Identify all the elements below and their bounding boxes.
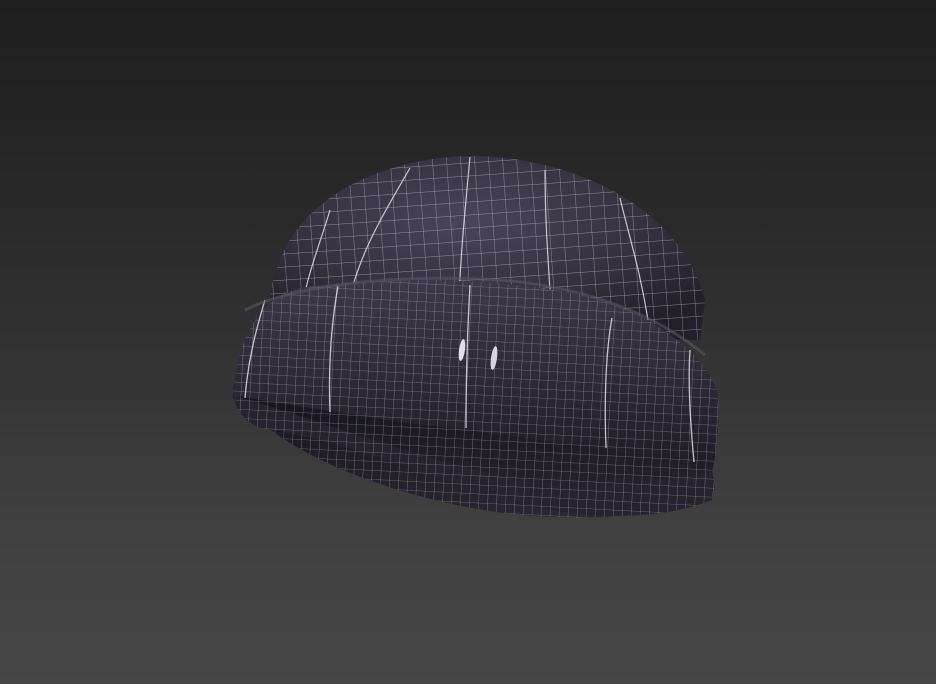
viewport-scene[interactable] <box>0 0 936 684</box>
3d-viewport[interactable] <box>0 0 936 684</box>
